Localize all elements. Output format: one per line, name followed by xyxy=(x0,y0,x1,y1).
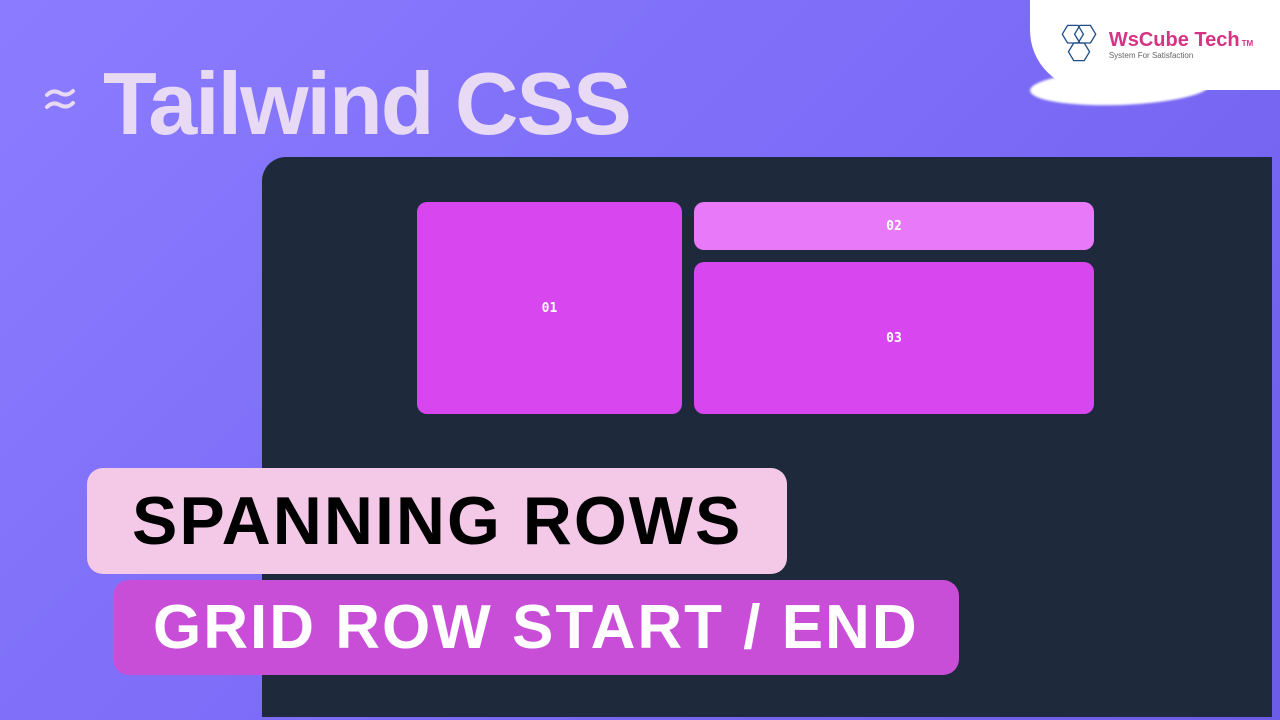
wscube-logo-container: WsCube TechTM System For Satisfaction xyxy=(1030,0,1280,90)
wscube-name-part2: Tech xyxy=(1194,29,1239,51)
banner-grid-row: GRID ROW START / END xyxy=(113,580,959,675)
grid-cell-02: 02 xyxy=(694,202,1094,250)
wscube-tagline: System For Satisfaction xyxy=(1109,52,1253,60)
banner-2-text: GRID ROW START / END xyxy=(153,592,919,663)
grid-demo: 01 02 03 xyxy=(417,202,1232,414)
wscube-hex-icon xyxy=(1057,23,1101,68)
wscube-tm: TM xyxy=(1242,39,1254,48)
grid-cell-01: 01 xyxy=(417,202,682,414)
wscube-name-part1: WsCube xyxy=(1109,29,1189,51)
wscube-text: WsCube TechTM System For Satisfaction xyxy=(1109,30,1253,60)
banner-spanning-rows: SPANNING ROWS xyxy=(87,468,787,574)
tailwind-icon xyxy=(35,87,85,122)
grid-cell-03: 03 xyxy=(694,262,1094,414)
banner-1-text: SPANNING ROWS xyxy=(132,482,742,560)
tailwind-header: Tailwind CSS xyxy=(35,60,630,148)
tailwind-title: Tailwind CSS xyxy=(103,60,630,148)
